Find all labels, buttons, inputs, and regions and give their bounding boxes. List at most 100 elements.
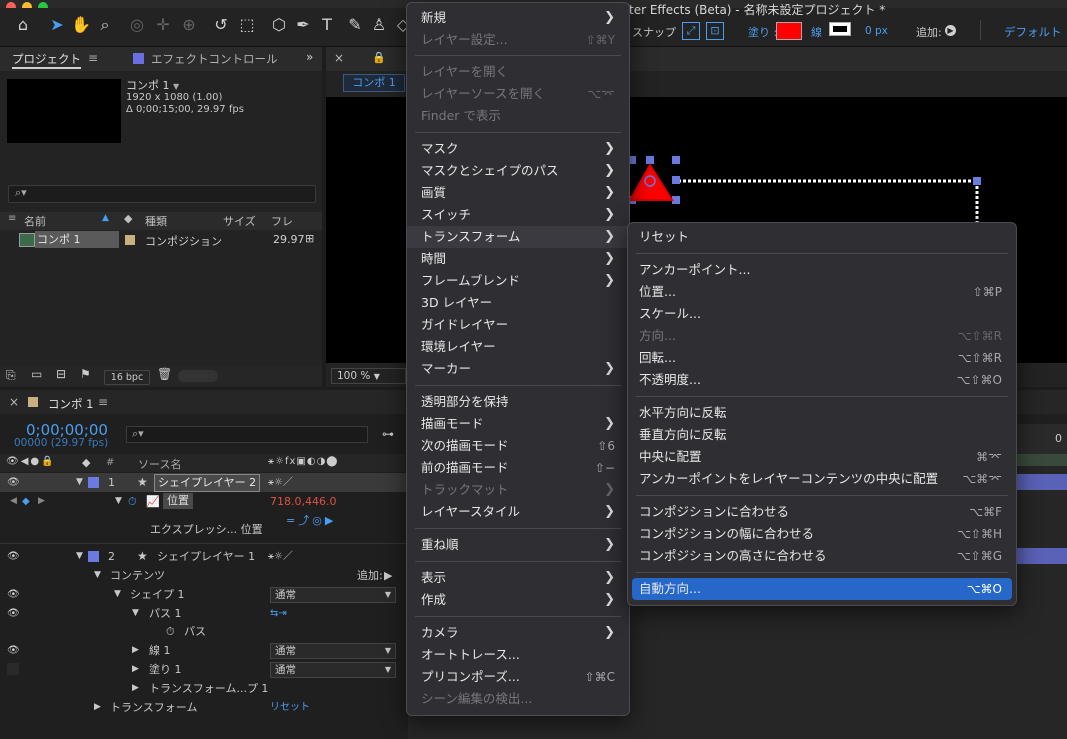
menu-item-arrange[interactable]: 重ね順 ❯ <box>407 534 629 556</box>
col-source-name[interactable]: ソース名 <box>138 456 181 472</box>
orbit-tool-icon[interactable]: ◎ <box>126 14 148 36</box>
panel-overflow-icon[interactable]: » <box>306 50 313 64</box>
path-direction-icons[interactable]: ⇆⇥ <box>270 604 287 623</box>
transform-reset-link[interactable]: リセット <box>270 698 310 717</box>
menu-item-frame-blending[interactable]: フレームブレンド ❯ <box>407 270 629 292</box>
submenu-item-center-in-view[interactable]: 中央に配置 ⌘⌤ <box>628 446 1016 468</box>
project-search-input[interactable]: ⌕▾ <box>8 185 316 203</box>
visibility-eye-icon[interactable]: 👁 <box>7 641 20 660</box>
render-icon[interactable]: ⚑ <box>80 367 91 381</box>
menu-item-markers[interactable]: マーカー ❯ <box>407 358 629 380</box>
submenu-item-auto-orient[interactable]: 自動方向... ⌥⌘O <box>632 578 1012 600</box>
interpret-footage-icon[interactable]: ⎘ <box>6 368 16 383</box>
pan-tool-icon[interactable]: ⊕ <box>178 14 200 36</box>
submenu-item-rotation[interactable]: 回転... ⌥⇧⌘R <box>628 347 1016 369</box>
snap-grid-icon[interactable]: ⊡ <box>706 22 724 40</box>
visibility-eye-icon[interactable]: 👁 <box>7 547 20 566</box>
new-folder-icon[interactable]: ▭ <box>31 367 42 381</box>
visibility-eye-icon[interactable]: 👁 <box>7 585 20 604</box>
layer-1-name[interactable]: シェイプレイヤー 2 <box>154 474 261 492</box>
pen-tool-icon[interactable]: ✒ <box>292 14 314 36</box>
menu-item-time[interactable]: 時間 ❯ <box>407 248 629 270</box>
col-framerate[interactable]: フレ <box>271 213 293 229</box>
expand-chevron-icon[interactable]: ▶ <box>132 641 139 660</box>
bit-depth-button[interactable]: 16 bpc <box>104 370 150 385</box>
brush-tool-icon[interactable]: ✎ <box>344 14 366 36</box>
submenu-item-position[interactable]: 位置... ⇧⌘P <box>628 281 1016 303</box>
layer-1-switches[interactable]: ⚹☼／ <box>268 473 293 492</box>
expand-chevron-icon[interactable]: ▶ <box>132 660 139 679</box>
submenu-item-center-anchor[interactable]: アンカーポイントをレイヤーコンテンツの中央に配置 ⌥⌘⌤ <box>628 468 1016 490</box>
stroke-width-value[interactable]: 0 px <box>865 25 888 37</box>
menu-item-track-matte[interactable]: トラックマット ❯ <box>407 479 629 501</box>
comp-flowchart-icon[interactable]: ⊶ <box>382 427 394 441</box>
graph-icon[interactable]: 📈 <box>146 492 160 511</box>
stamp-tool-icon[interactable]: ♙ <box>368 14 390 36</box>
menu-item-layer-settings[interactable]: レイヤー設定... ⇧⌘Y <box>407 29 629 51</box>
menu-item-open-layer[interactable]: レイヤーを開く <box>407 61 629 83</box>
menu-item-environment-layer[interactable]: 環境レイヤー <box>407 336 629 358</box>
col-type[interactable]: 種類 <box>145 213 167 229</box>
layer-1-track-bar[interactable] <box>1016 474 1067 490</box>
anchor-tool-icon[interactable]: ⬚ <box>236 14 258 36</box>
close-timeline-icon[interactable]: × <box>9 395 19 409</box>
project-menu-icon[interactable]: ≡ <box>88 51 98 65</box>
expand-chevron-icon[interactable]: ▼ <box>76 547 83 566</box>
transform-shape-row[interactable]: ▶ トランスフォーム...プ 1 <box>0 679 408 698</box>
timeline-menu-icon[interactable]: ≡ <box>98 395 108 409</box>
stroke1-blend-dropdown[interactable]: 通常 ▼ <box>270 643 396 659</box>
menu-item-previous-blending-mode[interactable]: 前の描画モード ⇧− <box>407 457 629 479</box>
menu-item-reveal[interactable]: 表示 ❯ <box>407 567 629 589</box>
viewer-comp-tab[interactable]: コンポ 1 <box>343 74 405 92</box>
menu-item-layer-styles[interactable]: レイヤースタイル ❯ <box>407 501 629 523</box>
visibility-toggle[interactable] <box>7 663 19 675</box>
prev-keyframe-icon[interactable]: ◀ <box>10 492 17 511</box>
menu-item-mask[interactable]: マスク ❯ <box>407 138 629 160</box>
menu-item-open-layer-source[interactable]: レイヤーソースを開く ⌥⌤ <box>407 83 629 105</box>
expand-chevron-icon[interactable]: ▼ <box>115 492 122 511</box>
submenu-item-reset[interactable]: リセット <box>628 226 1016 248</box>
hand-tool-icon[interactable]: ✋ <box>70 14 92 36</box>
fill1-blend-dropdown[interactable]: 通常 ▼ <box>270 662 396 678</box>
move-tool-icon[interactable]: ✛ <box>152 14 174 36</box>
project-item-name[interactable]: コンポ 1 <box>35 231 119 248</box>
timeline-search-input[interactable]: ⌕▾ <box>126 426 368 443</box>
menu-item-mask-shape-path[interactable]: マスクとシェイプのパス ❯ <box>407 160 629 182</box>
workspace-default[interactable]: デフォルト <box>1004 24 1062 40</box>
submenu-item-opacity[interactable]: 不透明度... ⌥⇧⌘O <box>628 369 1016 391</box>
fill-color-swatch[interactable] <box>776 22 802 40</box>
layer-row-2[interactable]: 👁 ▼ 2 ★ シェイプレイヤー 1 ⚹☼／ <box>0 547 408 566</box>
layer-2-switches[interactable]: ⚹☼／ <box>268 547 293 566</box>
snap-toggle-icon[interactable]: ⤢ <box>682 22 700 40</box>
transform-row[interactable]: ▶ トランスフォーム リセット <box>0 698 408 717</box>
menu-item-preserve-transparency[interactable]: 透明部分を保持 <box>407 391 629 413</box>
menu-item-switches[interactable]: スイッチ ❯ <box>407 204 629 226</box>
stopwatch-icon[interactable]: ⏱ <box>166 622 175 641</box>
next-keyframe-icon[interactable]: ▶ <box>38 492 45 511</box>
submenu-item-orientation[interactable]: 方向... ⌥⇧⌘R <box>628 325 1016 347</box>
tab-effect-controls[interactable]: エフェクトコントロール <box>151 51 278 67</box>
stroke-color-swatch[interactable] <box>829 22 851 36</box>
expand-chevron-icon[interactable]: ▼ <box>114 585 121 604</box>
contents-add-label[interactable]: 追加: <box>357 566 383 585</box>
col-name[interactable]: 名前 <box>24 213 46 229</box>
contents-row[interactable]: ▼ コンテンツ 追加: ▶ <box>0 566 408 585</box>
expand-chevron-icon[interactable]: ▼ <box>94 566 101 585</box>
submenu-item-scale[interactable]: スケール... <box>628 303 1016 325</box>
visibility-eye-icon[interactable]: 👁 <box>7 473 20 492</box>
label-color-swatch[interactable] <box>125 235 135 245</box>
menu-item-camera[interactable]: カメラ ❯ <box>407 622 629 644</box>
stopwatch-icon[interactable]: ⏱ <box>128 492 137 511</box>
expand-chevron-icon[interactable]: ▶ <box>94 698 101 717</box>
layer-2-name[interactable]: シェイプレイヤー 1 <box>157 547 255 566</box>
home-icon[interactable]: ⌂ <box>12 14 34 36</box>
menu-item-blending-mode[interactable]: 描画モード ❯ <box>407 413 629 435</box>
lock-icon[interactable]: 🔒 <box>372 51 386 64</box>
menu-item-create[interactable]: 作成 ❯ <box>407 589 629 611</box>
layer-label-swatch[interactable] <box>88 477 99 488</box>
menu-item-quality[interactable]: 画質 ❯ <box>407 182 629 204</box>
position-value[interactable]: 718.0,446.0 <box>270 492 336 511</box>
expand-chevron-icon[interactable]: ▼ <box>76 473 83 492</box>
zoom-dropdown[interactable]: 100 % ▼ <box>331 368 406 384</box>
menu-item-new[interactable]: 新規 ❯ <box>407 7 629 29</box>
